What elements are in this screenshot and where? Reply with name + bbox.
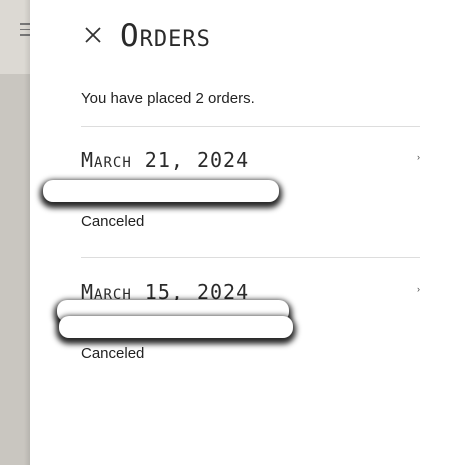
order-item[interactable]: March 21, 2024 › Canceled: [43, 148, 420, 258]
drawer-title: Orders: [120, 18, 211, 54]
orders-drawer: Orders You have placed 2 orders. March 2…: [30, 0, 474, 465]
chevron-right-icon: ›: [417, 284, 420, 294]
order-status: Canceled: [81, 345, 145, 362]
divider: [81, 126, 420, 127]
order-count-summary: You have placed 2 orders.: [81, 90, 255, 107]
order-item[interactable]: March 15, 2024 › Canceled: [57, 280, 420, 390]
order-date: March 21, 2024: [81, 148, 250, 172]
close-icon: [85, 27, 101, 43]
screen: Orders You have placed 2 orders. March 2…: [0, 0, 474, 465]
chevron-right-icon: ›: [417, 152, 420, 162]
close-button[interactable]: [82, 22, 104, 48]
redacted-order-details: [43, 180, 279, 202]
redacted-order-details: [59, 316, 293, 338]
order-status: Canceled: [81, 213, 145, 230]
divider: [81, 257, 420, 258]
